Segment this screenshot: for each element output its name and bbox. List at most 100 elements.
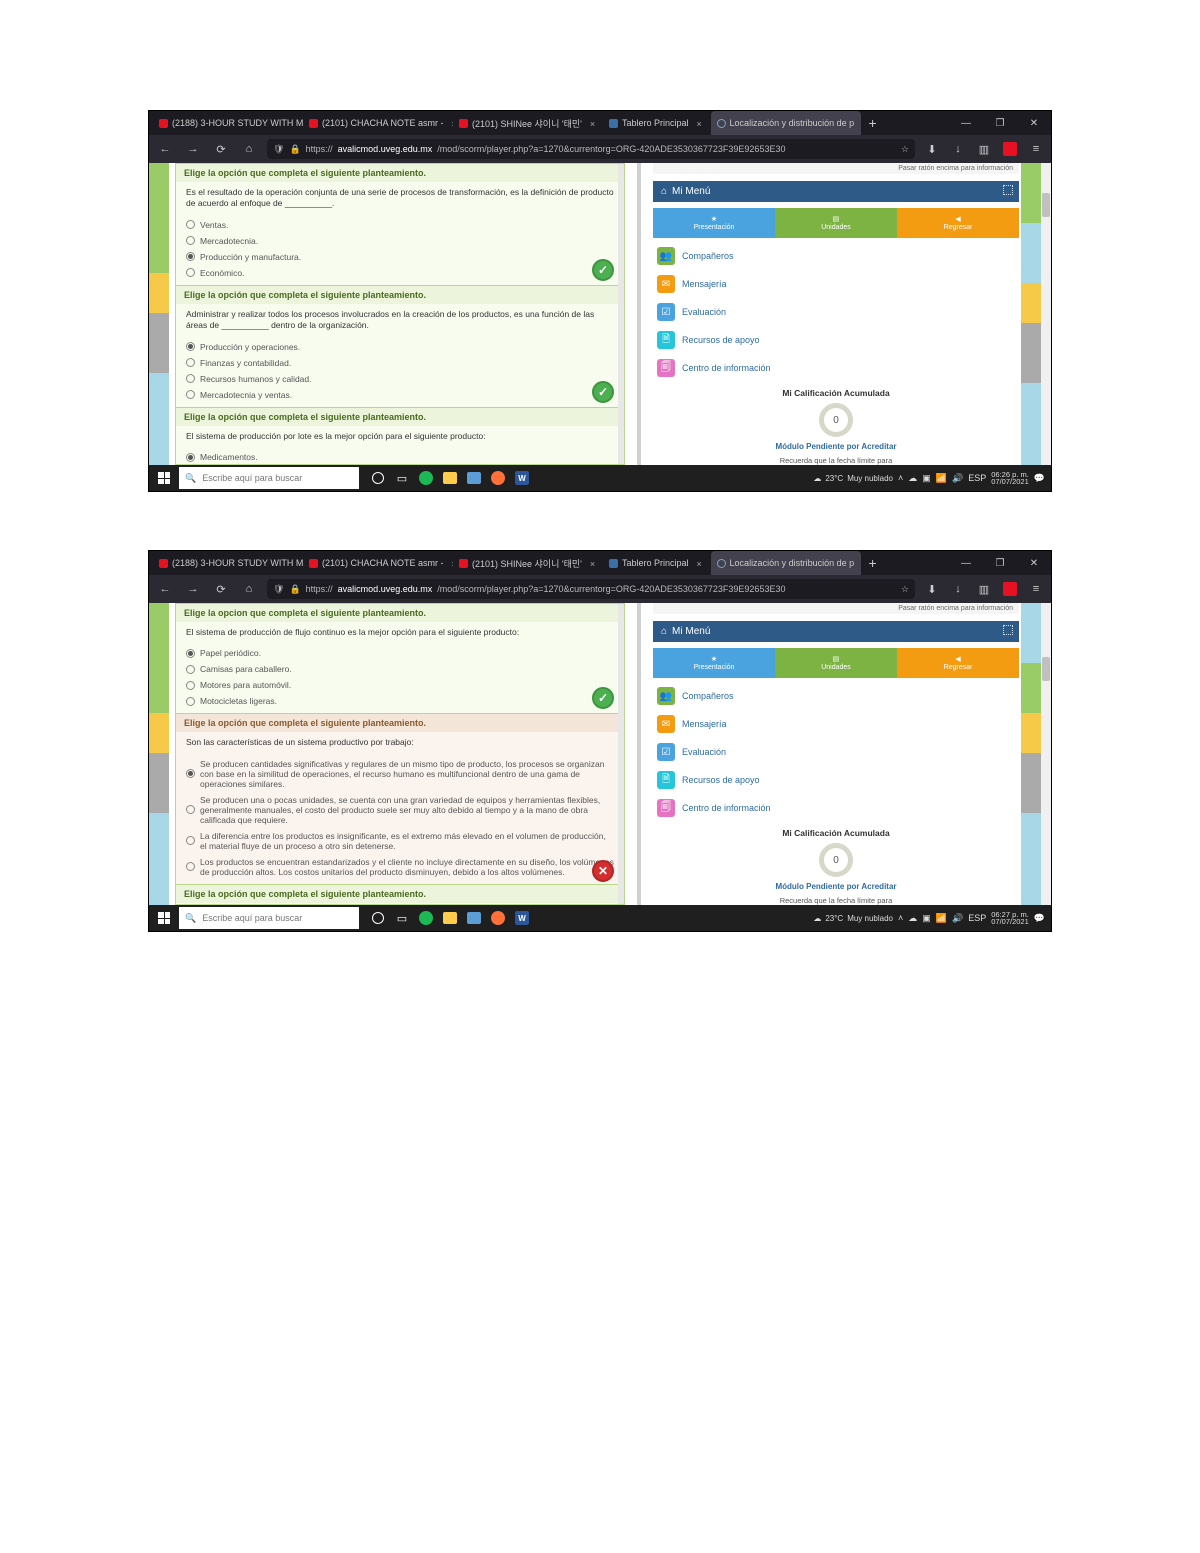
close-icon[interactable]: × — [590, 119, 598, 127]
sidebar-item-centro[interactable]: 🗐Centro de información — [653, 794, 1019, 822]
library-button[interactable]: ▥ — [975, 140, 993, 158]
option[interactable]: Económico. — [180, 265, 620, 281]
option[interactable]: Se producen cantidades significativas y … — [180, 756, 620, 792]
library-button[interactable]: ▥ — [975, 580, 993, 598]
firefox-button[interactable] — [487, 907, 509, 929]
option[interactable]: Se producen una o pocas unidades, se cue… — [180, 792, 620, 828]
weather-widget[interactable]: ☁23°CMuy nublado — [813, 474, 893, 483]
close-window-button[interactable]: ✕ — [1017, 111, 1051, 135]
downloads-button[interactable]: ↓ — [949, 580, 967, 598]
tab-0[interactable]: (2188) 3-HOUR STUDY WITH M× — [153, 551, 303, 575]
page-scrollbar[interactable] — [1041, 603, 1051, 905]
collapse-icon[interactable] — [1003, 625, 1013, 635]
tray-chevron-icon[interactable]: ˄ — [898, 473, 903, 483]
sidebar-item-centro[interactable]: 🗐Centro de información — [653, 354, 1019, 382]
option[interactable]: Producción y operaciones. — [180, 339, 620, 355]
presentacion-button[interactable]: ★Presentación — [653, 648, 775, 678]
tab-2[interactable]: (2101) SHINee 샤이니 '태민'× — [453, 111, 603, 135]
wifi-icon[interactable]: 📶 — [936, 473, 947, 484]
language-indicator[interactable]: ESP — [968, 473, 986, 483]
forward-button[interactable]: → — [183, 139, 203, 159]
sidebar-item-mensajeria[interactable]: ✉Mensajería — [653, 710, 1019, 738]
regresar-button[interactable]: ◀Regresar — [897, 208, 1019, 238]
spotify-button[interactable] — [415, 907, 437, 929]
tray-chevron-icon[interactable]: ˄ — [898, 913, 903, 923]
sidebar-item-evaluacion[interactable]: ☑Evaluación — [653, 738, 1019, 766]
extension-button[interactable] — [1001, 580, 1019, 598]
option[interactable]: Motores para automóvil. — [180, 677, 620, 693]
unidades-button[interactable]: ▤Unidades — [775, 648, 897, 678]
notifications-icon[interactable]: 💬 — [1034, 473, 1045, 484]
menu-button[interactable]: ≡ — [1027, 580, 1045, 598]
minimize-button[interactable]: — — [949, 551, 983, 575]
folder-button[interactable] — [463, 467, 485, 489]
back-button[interactable]: ← — [155, 579, 175, 599]
collapse-icon[interactable] — [1003, 185, 1013, 195]
task-view-button[interactable]: ▭ — [391, 467, 413, 489]
presentacion-button[interactable]: ★Presentación — [653, 208, 775, 238]
option[interactable]: Mercadotecnia. — [180, 233, 620, 249]
cortana-button[interactable] — [367, 467, 389, 489]
unidades-button[interactable]: ▤Unidades — [775, 208, 897, 238]
sidebar-item-companeros[interactable]: 👥Compañeros — [653, 242, 1019, 270]
tab-1[interactable]: (2101) CHACHA NOTE asmr -× — [303, 551, 453, 575]
tab-3[interactable]: Tablero Principal× — [603, 111, 711, 135]
battery-icon[interactable]: ▣ — [922, 473, 931, 484]
home-button[interactable]: ⌂ — [239, 579, 259, 599]
onedrive-icon[interactable]: ☁ — [908, 473, 917, 484]
tab-0[interactable]: (2188) 3-HOUR STUDY WITH M× — [153, 111, 303, 135]
address-bar[interactable]: 🛡 🔒 https://avalicmod.uveg.edu.mx/mod/sc… — [267, 579, 915, 599]
new-tab-button[interactable]: + — [861, 115, 885, 131]
option[interactable]: Finanzas y contabilidad. — [180, 355, 620, 371]
back-button[interactable]: ← — [155, 139, 175, 159]
folder-button[interactable] — [463, 907, 485, 929]
minimize-button[interactable]: — — [949, 111, 983, 135]
taskbar-search[interactable]: 🔍Escribe aquí para buscar — [179, 467, 359, 489]
option[interactable]: Papel periódico. — [180, 645, 620, 661]
sidebar-item-recursos[interactable]: 🗎Recursos de apoyo — [653, 326, 1019, 354]
page-scrollbar[interactable] — [1041, 163, 1051, 465]
tab-3[interactable]: Tablero Principal× — [603, 551, 711, 575]
task-view-button[interactable]: ▭ — [391, 907, 413, 929]
sidebar-item-companeros[interactable]: 👥Compañeros — [653, 682, 1019, 710]
regresar-button[interactable]: ◀Regresar — [897, 648, 1019, 678]
volume-icon[interactable]: 🔊 — [952, 913, 963, 924]
onedrive-icon[interactable]: ☁ — [908, 913, 917, 924]
volume-icon[interactable]: 🔊 — [952, 473, 963, 484]
address-bar[interactable]: 🛡 🔒 https://avalicmod.uveg.edu.mx/mod/sc… — [267, 139, 915, 159]
option[interactable]: Ventas. — [180, 217, 620, 233]
weather-widget[interactable]: ☁23°CMuy nublado — [813, 914, 893, 923]
option[interactable]: Producción y manufactura. — [180, 249, 620, 265]
extension-button[interactable] — [1001, 140, 1019, 158]
close-icon[interactable]: × — [697, 559, 705, 567]
close-icon[interactable]: × — [697, 119, 705, 127]
downloads-button[interactable]: ↓ — [949, 140, 967, 158]
save-pocket-button[interactable]: ⬇ — [923, 140, 941, 158]
word-button[interactable]: W — [511, 467, 533, 489]
spotify-button[interactable] — [415, 467, 437, 489]
word-button[interactable]: W — [511, 907, 533, 929]
maximize-button[interactable]: ❐ — [983, 111, 1017, 135]
quiz-scrollbar[interactable] — [618, 164, 624, 464]
tab-4[interactable]: Localización y distribución de p× — [711, 111, 861, 135]
wifi-icon[interactable]: 📶 — [936, 913, 947, 924]
forward-button[interactable]: → — [183, 579, 203, 599]
reload-button[interactable]: ⟳ — [211, 579, 231, 599]
battery-icon[interactable]: ▣ — [922, 913, 931, 924]
bookmark-icon[interactable]: ☆ — [901, 144, 909, 155]
maximize-button[interactable]: ❐ — [983, 551, 1017, 575]
option[interactable]: Recursos humanos y calidad. — [180, 371, 620, 387]
sidebar-item-mensajeria[interactable]: ✉Mensajería — [653, 270, 1019, 298]
option[interactable]: Medicamentos. — [180, 449, 620, 465]
sidebar-item-recursos[interactable]: 🗎Recursos de apoyo — [653, 766, 1019, 794]
reload-button[interactable]: ⟳ — [211, 139, 231, 159]
taskbar-search[interactable]: 🔍Escribe aquí para buscar — [179, 907, 359, 929]
explorer-button[interactable] — [439, 907, 461, 929]
notifications-icon[interactable]: 💬 — [1034, 913, 1045, 924]
start-button[interactable] — [149, 905, 179, 931]
tab-1[interactable]: (2101) CHACHA NOTE asmr -× — [303, 111, 453, 135]
language-indicator[interactable]: ESP — [968, 913, 986, 923]
bookmark-icon[interactable]: ☆ — [901, 584, 909, 595]
option[interactable]: Camisas para caballero. — [180, 661, 620, 677]
tab-4[interactable]: Localización y distribución de p× — [711, 551, 861, 575]
